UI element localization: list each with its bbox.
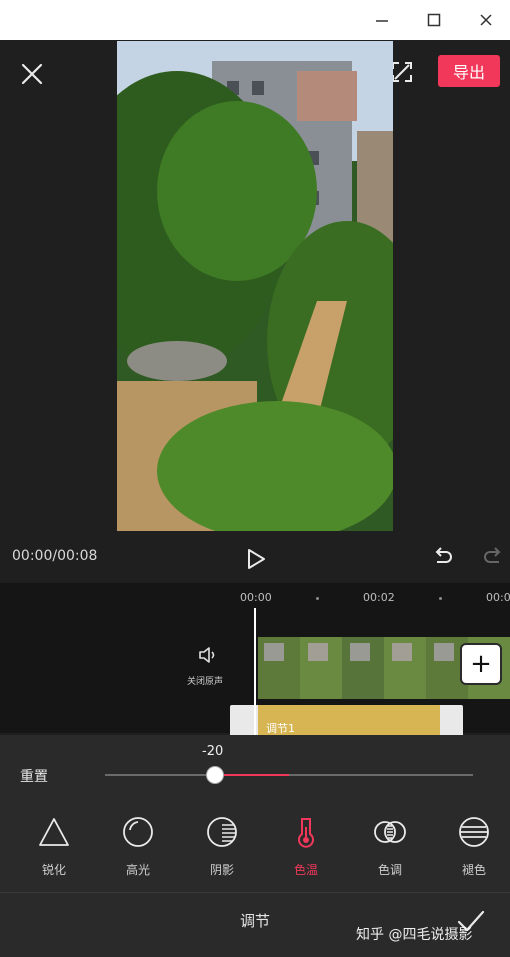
slider-track[interactable] xyxy=(105,774,473,776)
adjustment-clip-label: 调节1 xyxy=(266,722,295,735)
speaker-icon[interactable] xyxy=(196,643,220,667)
video-preview xyxy=(117,41,393,531)
fullscreen-icon[interactable] xyxy=(390,60,414,84)
highlight-icon xyxy=(123,817,153,847)
tool-label: 色温 xyxy=(293,863,318,877)
tool-sharpen[interactable]: 锐化 xyxy=(24,815,84,885)
ruler-dot xyxy=(439,597,442,600)
window-close-button[interactable] xyxy=(472,6,500,34)
close-icon xyxy=(480,14,492,26)
tool-label: 褪色 xyxy=(461,863,486,877)
playback-time: 00:00/00:08 xyxy=(12,548,98,564)
ruler-dot xyxy=(316,597,319,600)
shadow-icon xyxy=(207,817,237,847)
tone-icon xyxy=(374,821,406,843)
redo-icon[interactable] xyxy=(482,546,504,568)
tool-tone[interactable]: 色调 xyxy=(360,815,420,885)
tool-highlight[interactable]: 高光 xyxy=(108,815,168,885)
undo-icon[interactable] xyxy=(432,546,454,568)
reset-button[interactable]: 重置 xyxy=(20,766,48,786)
fade-icon xyxy=(459,817,489,847)
tool-label: 锐化 xyxy=(41,863,66,877)
maximize-icon xyxy=(427,13,441,27)
play-icon[interactable] xyxy=(246,548,266,570)
tool-fade[interactable]: 褪色 xyxy=(444,815,504,885)
tool-color-temperature[interactable]: 色温 xyxy=(276,815,336,885)
minimize-icon xyxy=(376,20,388,22)
close-editor-icon[interactable] xyxy=(18,60,46,88)
panel-divider xyxy=(0,892,510,893)
minimize-button[interactable] xyxy=(368,6,396,34)
slider-handle[interactable] xyxy=(206,766,224,784)
preview-frame xyxy=(117,41,393,531)
tool-shadow[interactable]: 阴影 xyxy=(192,815,252,885)
slider-fill xyxy=(215,774,289,776)
tool-label: 色调 xyxy=(377,863,402,877)
slider-value-label: -20 xyxy=(202,744,224,759)
playhead[interactable] xyxy=(254,608,256,736)
ruler-time-label: 00:00 xyxy=(240,591,272,604)
ruler-time-label: 00:02 xyxy=(363,591,395,604)
mute-original-audio-label[interactable]: 关闭原声 xyxy=(187,674,223,687)
ruler-time-label: 00:0 xyxy=(486,591,510,604)
tool-label: 高光 xyxy=(125,863,150,877)
export-button[interactable]: 导出 xyxy=(438,55,500,87)
maximize-button[interactable] xyxy=(420,6,448,34)
watermark-text: 知乎 @四毛说摄影 xyxy=(356,927,473,943)
triangle-icon xyxy=(39,818,69,846)
thermometer-icon xyxy=(298,818,314,848)
tool-label: 阴影 xyxy=(209,863,234,877)
add-clip-button[interactable]: + xyxy=(462,645,500,683)
